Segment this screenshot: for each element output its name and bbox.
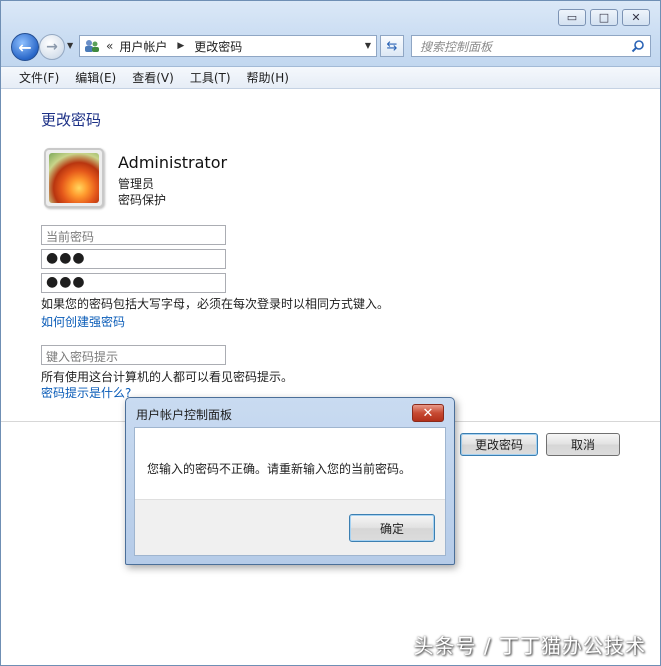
search-box[interactable]: 搜索控制面板	[411, 35, 651, 57]
address-bar[interactable]: « 用户帐户 ▶ 更改密码 ▼	[79, 35, 377, 57]
password-status: 密码保护	[118, 193, 167, 207]
page-title: 更改密码	[41, 111, 102, 129]
dialog-message: 您输入的密码不正确。请重新输入您的当前密码。	[147, 462, 412, 476]
chevron-down-icon: ▼	[67, 41, 74, 50]
dialog-close-button[interactable]: ✕	[412, 404, 444, 422]
breadcrumb-user-accounts[interactable]: 用户帐户	[119, 38, 167, 55]
maximize-icon: □	[598, 11, 610, 24]
close-icon: ✕	[422, 405, 434, 421]
ok-button[interactable]: 确定	[349, 514, 435, 542]
strong-password-link[interactable]: 如何创建强密码	[41, 313, 125, 330]
dialog-title: 用户帐户控制面板	[136, 408, 233, 422]
refresh-icon: ⇆	[386, 38, 398, 54]
dialog-body: 您输入的密码不正确。请重新输入您的当前密码。 确定	[134, 427, 446, 556]
menu-bar: 文件(F) 编辑(E) 查看(V) 工具(T) 帮助(H)	[1, 67, 660, 89]
change-password-button[interactable]: 更改密码	[460, 433, 538, 456]
close-icon: ✕	[631, 11, 641, 24]
search-placeholder: 搜索控制面板	[420, 39, 493, 54]
user-accounts-icon	[84, 39, 100, 53]
menu-view[interactable]: 查看(V)	[124, 69, 182, 86]
current-password-field[interactable]: 当前密码	[41, 225, 226, 245]
menu-tools[interactable]: 工具(T)	[182, 69, 239, 86]
maximize-button[interactable]: □	[590, 9, 618, 26]
back-button[interactable]: ←	[11, 33, 39, 61]
main-content: 更改密码 Administrator 管理员 密码保护 当前密码 ●●● ●●●…	[1, 90, 660, 665]
password-hint-help-link[interactable]: 密码提示是什么?	[41, 384, 131, 401]
caption-buttons: ▭ □ ✕	[558, 9, 650, 26]
window-chrome: ▭ □ ✕ ← → ▼ « 用户帐户 ▶ 更改密码 ▼ ⇆ 搜索控制面板	[1, 1, 660, 67]
control-panel-window: ▭ □ ✕ ← → ▼ « 用户帐户 ▶ 更改密码 ▼ ⇆ 搜索控制面板 文件(…	[0, 0, 661, 666]
refresh-button[interactable]: ⇆	[380, 35, 404, 57]
forward-button[interactable]: →	[39, 34, 65, 60]
breadcrumb-separator-icon[interactable]: ▶	[177, 41, 184, 51]
error-dialog: 用户帐户控制面板 ✕ 您输入的密码不正确。请重新输入您的当前密码。 确定	[125, 397, 455, 565]
user-flower-avatar	[44, 148, 104, 208]
arrow-right-icon: →	[46, 39, 58, 55]
password-hint-field[interactable]: 键入密码提示	[41, 345, 226, 365]
arrow-left-icon: ←	[18, 37, 32, 57]
menu-edit[interactable]: 编辑(E)	[67, 69, 124, 86]
minimize-icon: ▭	[566, 11, 578, 24]
minimize-button[interactable]: ▭	[558, 9, 586, 26]
case-sensitivity-note: 如果您的密码包括大写字母，必须在每次登录时以相同方式键入。	[41, 297, 390, 311]
user-role: 管理员	[118, 177, 155, 191]
search-icon[interactable]	[631, 39, 645, 57]
address-dropdown-icon[interactable]: ▼	[365, 41, 371, 50]
watermark: 头条号 / 丁丁猫办公技术	[413, 634, 646, 658]
address-overflow-chevron[interactable]: «	[106, 39, 113, 53]
breadcrumb-change-password[interactable]: 更改密码	[194, 38, 242, 55]
recent-pages-dropdown[interactable]: ▼	[67, 41, 73, 50]
close-button[interactable]: ✕	[622, 9, 650, 26]
menu-file[interactable]: 文件(F)	[11, 69, 67, 86]
confirm-password-field[interactable]: ●●●	[41, 273, 226, 293]
dialog-footer: 确定	[135, 499, 445, 555]
new-password-field[interactable]: ●●●	[41, 249, 226, 269]
cancel-button[interactable]: 取消	[546, 433, 620, 456]
menu-help[interactable]: 帮助(H)	[239, 69, 297, 86]
avatar-image	[49, 153, 99, 203]
hint-visibility-note: 所有使用这台计算机的人都可以看见密码提示。	[41, 370, 294, 384]
user-name: Administrator	[118, 153, 228, 172]
